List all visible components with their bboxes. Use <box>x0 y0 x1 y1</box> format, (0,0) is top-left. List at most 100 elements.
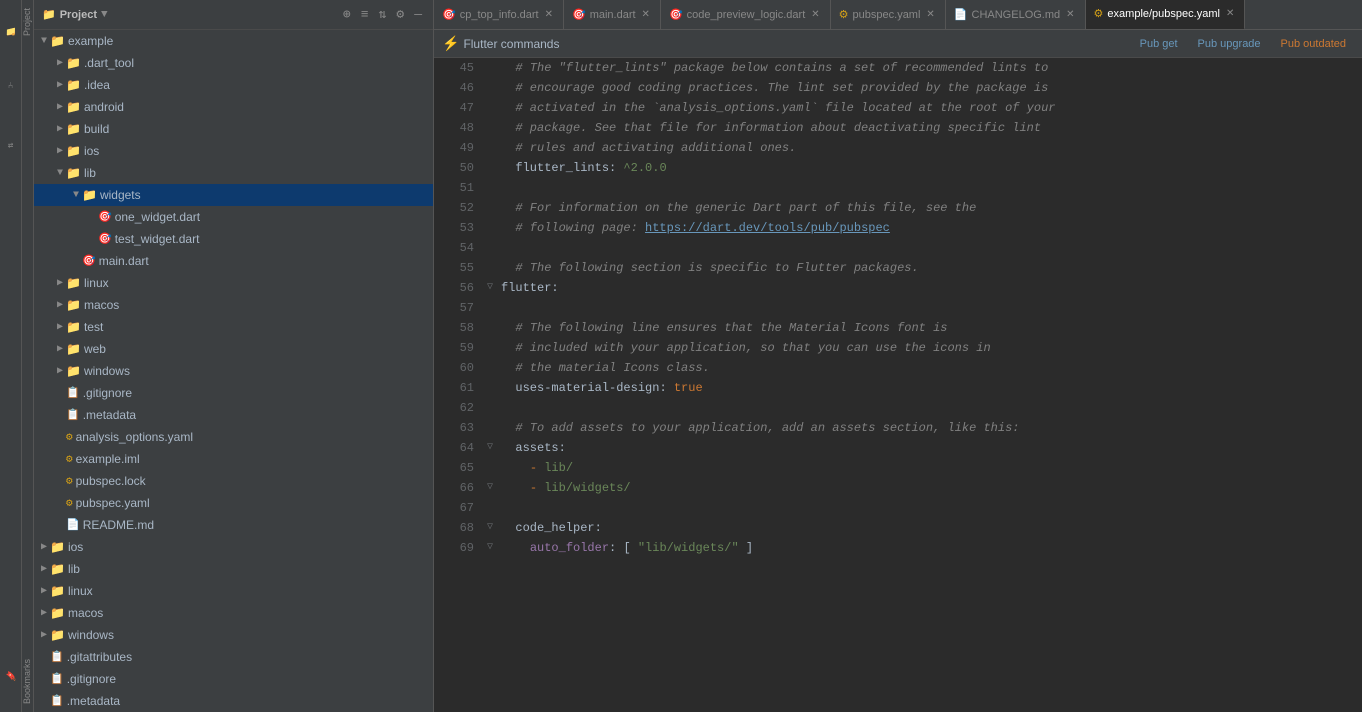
folder-icon: 📁 <box>82 188 97 203</box>
tree-item-dart_tool[interactable]: ▶📁.dart_tool <box>34 52 433 74</box>
pub-upgrade-button[interactable]: Pub upgrade <box>1190 36 1269 52</box>
commit-activity-item[interactable]: ⑂ <box>0 60 22 110</box>
tree-item-label: lib <box>84 166 96 180</box>
tree-sort-icon[interactable]: ⇅ <box>376 6 390 23</box>
tree-item-macos[interactable]: ▶📁macos <box>34 294 433 316</box>
tree-item-.gitattributes[interactable]: 📋.gitattributes <box>34 646 433 668</box>
folder-icon: 📁 <box>66 320 81 335</box>
tree-item-one_widget.dart[interactable]: 🎯one_widget.dart <box>34 206 433 228</box>
tab-close-code_preview_logic[interactable]: ✕ <box>809 8 821 21</box>
code-line-62 <box>487 398 1362 418</box>
pub-get-button[interactable]: Pub get <box>1132 36 1186 52</box>
tree-item-macos2[interactable]: ▶📁macos <box>34 602 433 624</box>
code-text-49: # rules and activating additional ones. <box>501 138 796 158</box>
folder-icon: 📁 <box>50 584 65 599</box>
tree-header-icons: ⊕ ≡ ⇅ ⚙ — <box>340 6 425 23</box>
tree-item-label: example <box>68 34 113 48</box>
tree-item-android[interactable]: ▶📁android <box>34 96 433 118</box>
code-editor: 4546474849505152535455565758596061626364… <box>434 58 1362 712</box>
fold-button-56[interactable]: ▽ <box>487 278 501 298</box>
tree-item-widgets[interactable]: ▼📁widgets <box>34 184 433 206</box>
project-label[interactable]: Project <box>22 8 33 36</box>
tab-cp_top_info[interactable]: 🎯 cp_top_info.dart ✕ <box>434 0 564 30</box>
tree-folder-icon: 📁 <box>42 8 56 22</box>
tree-item-label: windows <box>84 364 130 378</box>
tree-item-.gitignore2[interactable]: 📋.gitignore <box>34 668 433 690</box>
tab-close-example_pubspec[interactable]: ✕ <box>1224 7 1236 20</box>
fold-button-68[interactable]: ▽ <box>487 518 501 538</box>
tree-item-label: pubspec.yaml <box>76 496 150 510</box>
tab-label-cp_top_info: cp_top_info.dart <box>460 9 539 21</box>
tree-item-label: windows <box>68 628 114 642</box>
code-line-63: # To add assets to your application, add… <box>487 418 1362 438</box>
tree-settings-icon[interactable]: ⚙ <box>393 6 407 23</box>
tree-item-example.iml[interactable]: ⚙example.iml <box>34 448 433 470</box>
line-number-62: 62 <box>434 398 474 418</box>
tree-item-label: test_widget.dart <box>115 232 200 246</box>
tree-item-ios[interactable]: ▶📁ios <box>34 140 433 162</box>
tree-add-icon[interactable]: ⊕ <box>340 6 354 23</box>
tree-item-linux[interactable]: ▶📁linux <box>34 272 433 294</box>
bookmarks-label[interactable]: Bookmarks <box>22 659 33 704</box>
tree-item-README.md[interactable]: 📄README.md <box>34 514 433 536</box>
code-content[interactable]: # The "flutter_lints" package below cont… <box>479 58 1362 712</box>
tab-changelog[interactable]: 📄 CHANGELOG.md ✕ <box>946 0 1086 30</box>
code-line-57 <box>487 298 1362 318</box>
tree-item-ios2[interactable]: ▶📁ios <box>34 536 433 558</box>
code-text-69: auto_folder: [ "lib/widgets/" ] <box>501 538 753 558</box>
tree-item-windows[interactable]: ▶📁windows <box>34 360 433 382</box>
chevron-icon: ▶ <box>38 607 50 619</box>
tree-item-.metadata[interactable]: 📋.metadata <box>34 404 433 426</box>
tree-chevron-icon: ▼ <box>101 9 108 21</box>
tab-close-main[interactable]: ✕ <box>640 8 652 21</box>
pull-requests-activity-item[interactable]: ⇅ <box>0 110 22 180</box>
bookmarks-activity-item[interactable]: 🔖 <box>0 642 22 712</box>
tree-item-.metadata2[interactable]: 📋.metadata <box>34 690 433 712</box>
file-tree: 📁 Project ▼ ⊕ ≡ ⇅ ⚙ — ▼📁example▶📁.dart_t… <box>34 0 434 712</box>
tab-code_preview_logic[interactable]: 🎯 code_preview_logic.dart ✕ <box>661 0 831 30</box>
tree-item-pubspec.yaml[interactable]: ⚙pubspec.yaml <box>34 492 433 514</box>
tree-item-example[interactable]: ▼📁example <box>34 30 433 52</box>
line-number-55: 55 <box>434 258 474 278</box>
line-number-67: 67 <box>434 498 474 518</box>
fold-button-69[interactable]: ▽ <box>487 538 501 558</box>
folder-icon: 📁 <box>50 606 65 621</box>
chevron-icon: ▶ <box>38 629 50 641</box>
code-line-61: uses-material-design: true <box>487 378 1362 398</box>
tab-close-cp_top_info[interactable]: ✕ <box>543 8 555 21</box>
tree-item-pubspec.lock[interactable]: ⚙pubspec.lock <box>34 470 433 492</box>
tree-item-linux2[interactable]: ▶📁linux <box>34 580 433 602</box>
tab-close-changelog[interactable]: ✕ <box>1064 8 1076 21</box>
tabs-bar: 🎯 cp_top_info.dart ✕ 🎯 main.dart ✕ 🎯 cod… <box>434 0 1362 30</box>
pub-outdated-button[interactable]: Pub outdated <box>1273 36 1354 52</box>
tab-example_pubspec[interactable]: ⚙ example/pubspec.yaml ✕ <box>1086 0 1246 30</box>
tree-item-web[interactable]: ▶📁web <box>34 338 433 360</box>
tree-item-lib[interactable]: ▼📁lib <box>34 162 433 184</box>
tab-main[interactable]: 🎯 main.dart ✕ <box>564 0 661 30</box>
tree-item-main.dart[interactable]: 🎯main.dart <box>34 250 433 272</box>
tree-item-.gitignore[interactable]: 📋.gitignore <box>34 382 433 404</box>
tree-item-test[interactable]: ▶📁test <box>34 316 433 338</box>
code-text-59: # included with your application, so tha… <box>501 338 991 358</box>
line-number-56: 56 <box>434 278 474 298</box>
tree-item-windows2[interactable]: ▶📁windows <box>34 624 433 646</box>
tree-item-lib2[interactable]: ▶📁lib <box>34 558 433 580</box>
tree-item-idea[interactable]: ▶📁.idea <box>34 74 433 96</box>
folder-icon: 📁 <box>66 100 81 115</box>
tree-item-label: linux <box>68 584 93 598</box>
fold-button-64[interactable]: ▽ <box>487 438 501 458</box>
git-file-icon: 📋 <box>66 386 80 400</box>
line-number-47: 47 <box>434 98 474 118</box>
tree-item-build[interactable]: ▶📁build <box>34 118 433 140</box>
tree-collapse-icon[interactable]: — <box>411 6 425 23</box>
tree-item-analysis_options.yaml[interactable]: ⚙analysis_options.yaml <box>34 426 433 448</box>
git-file-icon: 📋 <box>50 694 64 708</box>
tab-close-pubspec[interactable]: ✕ <box>924 8 936 21</box>
tree-item-label: macos <box>68 606 103 620</box>
tree-item-test_widget.dart[interactable]: 🎯test_widget.dart <box>34 228 433 250</box>
tab-icon-code_preview_logic: 🎯 <box>669 8 683 21</box>
tab-pubspec[interactable]: ⚙ pubspec.yaml ✕ <box>831 0 946 30</box>
tree-expand-icon[interactable]: ≡ <box>358 6 372 23</box>
fold-button-66[interactable]: ▽ <box>487 478 501 498</box>
project-activity-item[interactable]: 📁 <box>0 0 22 60</box>
